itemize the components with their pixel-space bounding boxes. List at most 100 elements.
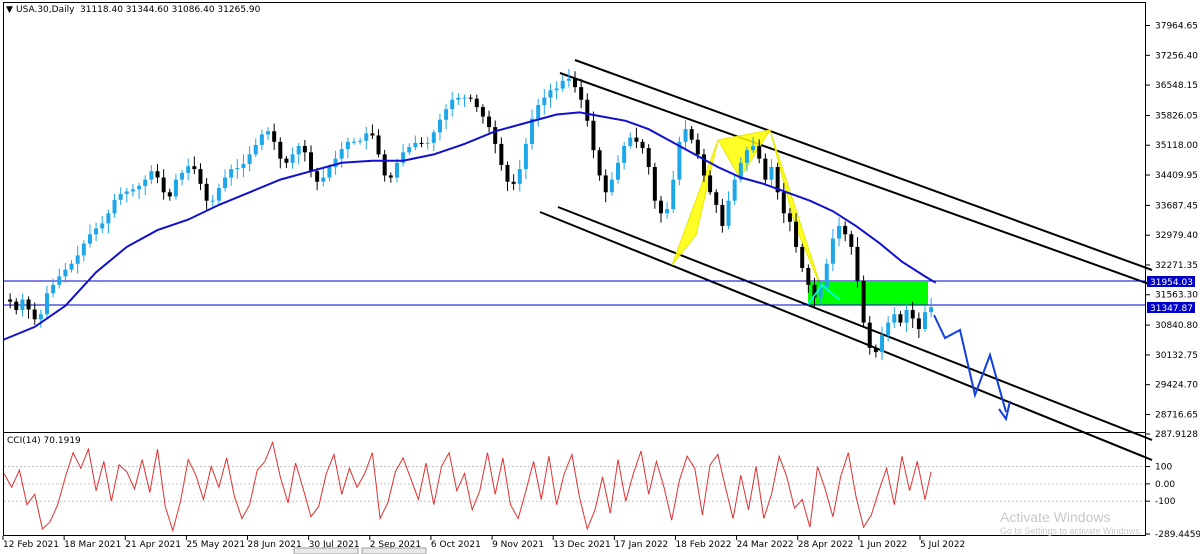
candle-body (26, 299, 31, 310)
candle-body (38, 314, 43, 320)
candle-body (910, 310, 915, 319)
price-tick-label: 28716.65 (1155, 410, 1198, 420)
candle-body (204, 183, 209, 201)
candle-body (94, 228, 99, 235)
candle-body (20, 299, 25, 311)
candle-body (57, 276, 62, 285)
candle-body (137, 185, 142, 190)
candle-body (167, 192, 172, 197)
candle-body (161, 177, 166, 193)
scroll-marker-1[interactable] (293, 547, 359, 554)
price-tick-label: 34409.95 (1155, 171, 1198, 181)
candle-body (867, 322, 872, 348)
candle-body (628, 137, 633, 146)
candle-body (192, 166, 197, 170)
candle-body (407, 147, 412, 153)
candle-body (830, 238, 835, 264)
time-tick-label: 21 Apr 2021 (125, 540, 181, 550)
candle-body (106, 213, 111, 224)
candle-body (198, 169, 203, 184)
candle-body (787, 213, 792, 222)
candle-body (548, 90, 553, 98)
candle-body (585, 99, 590, 121)
main-plot-frame (3, 2, 1146, 433)
candle-body (757, 146, 762, 159)
time-tick-label: 12 Feb 2021 (3, 540, 59, 550)
candle-body (370, 133, 375, 136)
candle-body (781, 192, 786, 214)
time-tick-label: 6 Oct 2021 (431, 540, 481, 550)
candle-body (266, 131, 271, 135)
time-tick-label: 17 Jan 2022 (614, 540, 668, 550)
candle-body (695, 139, 700, 155)
candle-body (916, 318, 921, 329)
candle-body (444, 109, 449, 120)
candle-body (456, 97, 461, 100)
candle-body (437, 119, 442, 133)
time-axis: 12 Feb 2021 18 Mar 2021 21 Apr 2021 25 May … (2, 536, 965, 550)
candle-body (646, 148, 651, 168)
candle-body (652, 167, 657, 201)
candle-body (394, 162, 399, 178)
watermark-title: Activate Windows (1000, 509, 1110, 525)
candle-body (683, 129, 688, 142)
candle-body (622, 146, 627, 163)
candle-body (732, 179, 737, 201)
time-tick-label: 28 Apr 2022 (798, 540, 854, 550)
candle-body (259, 134, 264, 145)
candle-body (855, 246, 860, 281)
candle-body (173, 179, 178, 197)
candle-body (32, 309, 37, 320)
candle-body (290, 154, 295, 163)
candle-body (898, 314, 903, 323)
cci-axis: 287.9128 100 0.00 -100 -289.4459 (1146, 430, 1200, 540)
candle-body (364, 133, 369, 141)
candle-body (671, 179, 676, 210)
price-tick-label: 32979.40 (1155, 231, 1198, 241)
candle-body (892, 314, 897, 323)
price-tick-label: 35826.05 (1155, 111, 1198, 121)
candle-body (81, 243, 86, 256)
candle-body (609, 179, 614, 193)
price-tick-label: 30840.80 (1155, 321, 1198, 331)
time-tick-label: 9 Nov 2021 (492, 540, 544, 550)
candle-body (69, 263, 74, 270)
candle-body (413, 142, 418, 148)
cci-tick-label: -289.4459 (1155, 530, 1200, 540)
candle-body (824, 263, 829, 287)
header-arrow[interactable]: ▼ (6, 5, 13, 15)
candle-body (112, 199, 117, 214)
candle-body (493, 127, 498, 144)
candle-body (806, 267, 811, 285)
candle-body (315, 171, 320, 182)
candle-body (450, 99, 455, 110)
candle-body (388, 175, 393, 178)
price-chart[interactable]: CCI(14) 70.1919 37964.65 37256.40 36548.15… (0, 0, 1200, 554)
candle-body (566, 78, 571, 81)
price-tick-label: 37964.65 (1155, 22, 1198, 32)
candle-body (51, 284, 56, 294)
candle-body (658, 200, 663, 214)
candle-body (63, 269, 68, 277)
candle-body (886, 322, 891, 336)
cci-tick-label: 100 (1155, 463, 1172, 473)
candle-body (44, 293, 49, 315)
candle-body (321, 177, 326, 182)
candle-body (210, 200, 215, 202)
time-tick-label: 5 Jul 2022 (920, 540, 965, 550)
candle-body (382, 154, 387, 176)
candle-body (849, 234, 854, 247)
time-tick-label: 24 Mar 2022 (737, 540, 794, 550)
cci-tick-label: 0.00 (1155, 480, 1175, 490)
candle-body (929, 307, 934, 313)
candle-body (579, 87, 584, 100)
candle-body (726, 200, 731, 226)
candle-body (794, 221, 799, 247)
candle-body (573, 78, 578, 88)
ohlc-values: 31118.40 31344.60 31086.40 31265.90 (80, 5, 261, 15)
candle-body (843, 225, 848, 235)
watermark-subtitle: Go to Settings to activate Windows. (1000, 526, 1142, 536)
price-tick-label: 30132.75 (1155, 351, 1198, 361)
candle-body (923, 312, 927, 329)
scroll-marker-2[interactable] (361, 547, 427, 554)
